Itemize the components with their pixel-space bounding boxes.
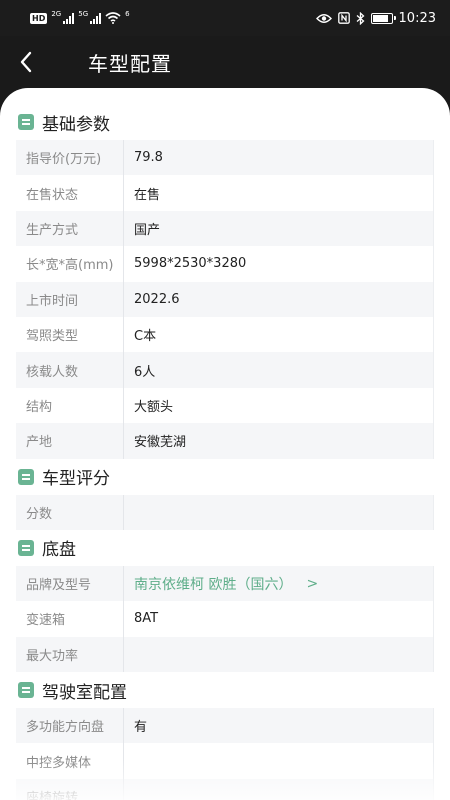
section-header: 车型评分: [16, 459, 434, 495]
nfc-icon: [337, 12, 350, 24]
spec-table: 分数: [16, 494, 434, 530]
config-list: 基础参数 指导价(万元) 79.8 在售状态 在售 生产方式 国产 长*宽*高(mm) 5998…: [16, 104, 434, 800]
section-title: 底盘: [42, 540, 76, 561]
config-sheet[interactable]: 基础参数 指导价(万元) 79.8 在售状态 在售 生产方式 国产 长*宽*高(mm) 5998…: [0, 88, 450, 800]
list-icon: [18, 682, 34, 699]
battery-icon: [370, 12, 396, 24]
spec-value: 在售: [124, 175, 433, 210]
signal-icon: [63, 12, 75, 24]
spec-row: 多功能方向盘有: [16, 708, 433, 744]
spec-value: 国产: [124, 211, 433, 246]
spec-value-text: 5998*2530*3280: [134, 256, 247, 272]
spec-row: 生产方式 国产: [16, 210, 433, 247]
spec-label: 分数: [16, 494, 124, 530]
spec-label: 驾照类型: [16, 316, 124, 353]
spec-row: 分数: [16, 494, 433, 530]
spec-row: 中控多媒体: [16, 743, 433, 779]
spec-value: 8AT: [124, 601, 433, 636]
spec-label: 多功能方向盘: [16, 708, 124, 744]
spec-value: 有: [124, 708, 433, 743]
spec-label: 中控多媒体: [16, 743, 124, 779]
spec-row: 驾照类型 C本: [16, 316, 433, 353]
spec-row[interactable]: 品牌及型号 南京依维柯 欧胜（国六） >: [16, 565, 433, 602]
spec-value-text: 79.8: [134, 150, 163, 166]
network-label-1: 2G: [51, 10, 62, 18]
spec-label: 核载人数: [16, 352, 124, 388]
chevron-left-icon: [20, 51, 32, 73]
spec-value: [124, 637, 433, 672]
spec-value: 6人: [124, 352, 433, 387]
spec-row: 结构 大额头: [16, 387, 433, 424]
spec-row: 产地 安徽芜湖: [16, 423, 433, 459]
spec-value-text: 安徽芜湖: [134, 435, 187, 451]
section-header: 基础参数: [16, 104, 434, 140]
page-title: 车型配置: [88, 51, 172, 76]
status-bar-right: 10:23: [315, 10, 436, 26]
spec-value-text: C本: [134, 329, 157, 345]
spec-label: 座椅旋转: [16, 778, 124, 800]
back-button[interactable]: [0, 36, 52, 88]
spec-value-text: 大额头: [134, 399, 174, 415]
spec-label: 指导价(万元): [16, 140, 124, 176]
spec-label: 结构: [16, 387, 124, 424]
spec-value-text: 8AT: [134, 611, 159, 627]
network-label-2: 5G: [78, 10, 89, 18]
spec-value-text: 国产: [134, 222, 161, 238]
spec-label: 变速箱: [16, 601, 124, 637]
spec-row: 座椅旋转: [16, 778, 433, 800]
spec-value-text: 南京依维柯 欧胜（国六）: [134, 576, 293, 593]
spec-label: 品牌及型号: [16, 565, 124, 602]
spec-value-text: 2022.6: [134, 291, 180, 307]
chevron-right-icon: >: [306, 575, 319, 592]
section-header: 底盘: [16, 530, 434, 566]
spec-value: [124, 743, 433, 778]
status-bar-left: HD 2G 5G 6: [30, 10, 130, 24]
spec-value-text: 有: [134, 720, 148, 736]
spec-value: 79.8: [124, 140, 433, 175]
wifi-label: 6: [125, 10, 130, 18]
spec-row: 长*宽*高(mm) 5998*2530*3280: [16, 246, 433, 282]
spec-value: [124, 495, 433, 530]
spec-value: 安徽芜湖: [124, 423, 433, 458]
spec-row: 变速箱 8AT: [16, 601, 433, 637]
spec-value-text: 在售: [134, 187, 161, 203]
spec-value: 2022.6: [124, 282, 433, 317]
spec-row: 指导价(万元) 79.8: [16, 140, 433, 176]
spec-table: 多功能方向盘有中控多媒体 座椅旋转: [16, 708, 434, 800]
bluetooth-icon: [356, 11, 365, 25]
spec-table: 品牌及型号 南京依维柯 欧胜（国六） > 变速箱 8AT 最大功率: [16, 565, 434, 673]
section-title: 基础参数: [42, 114, 110, 135]
spec-label: 生产方式: [16, 210, 124, 247]
clock: 10:23: [398, 10, 436, 26]
spec-row: 核载人数 6人: [16, 352, 433, 388]
section-title: 驾驶室配置: [42, 682, 127, 703]
spec-value: C本: [124, 317, 433, 352]
spec-value-text: 6人: [134, 364, 156, 380]
section-title: 车型评分: [42, 469, 110, 490]
eye-icon: [315, 13, 332, 23]
spec-label: 在售状态: [16, 175, 124, 211]
list-icon: [18, 539, 34, 556]
spec-table: 指导价(万元) 79.8 在售状态 在售 生产方式 国产 长*宽*高(mm) 5998*253…: [16, 140, 434, 459]
section-header: 驾驶室配置: [16, 672, 434, 708]
chassis-model-link[interactable]: 南京依维柯 欧胜（国六） >: [124, 566, 433, 601]
signal-icon-2: [90, 12, 102, 24]
list-icon: [18, 468, 34, 485]
spec-value: [124, 779, 433, 800]
spec-row: 在售状态 在售: [16, 175, 433, 211]
list-icon: [18, 114, 34, 130]
spec-value: 大额头: [124, 388, 433, 423]
spec-label: 最大功率: [16, 636, 124, 673]
hd-badge: HD: [30, 12, 48, 24]
wifi-icon: [105, 12, 121, 24]
spec-label: 上市时间: [16, 281, 124, 317]
spec-label: 产地: [16, 423, 124, 459]
spec-row: 上市时间 2022.6: [16, 281, 433, 317]
spec-row: 最大功率: [16, 636, 433, 673]
status-bar: HD 2G 5G 6 10:23: [0, 0, 450, 36]
app-header: 车型配置: [0, 36, 450, 88]
spec-value: 5998*2530*3280: [124, 246, 433, 281]
spec-label: 长*宽*高(mm): [16, 246, 124, 282]
